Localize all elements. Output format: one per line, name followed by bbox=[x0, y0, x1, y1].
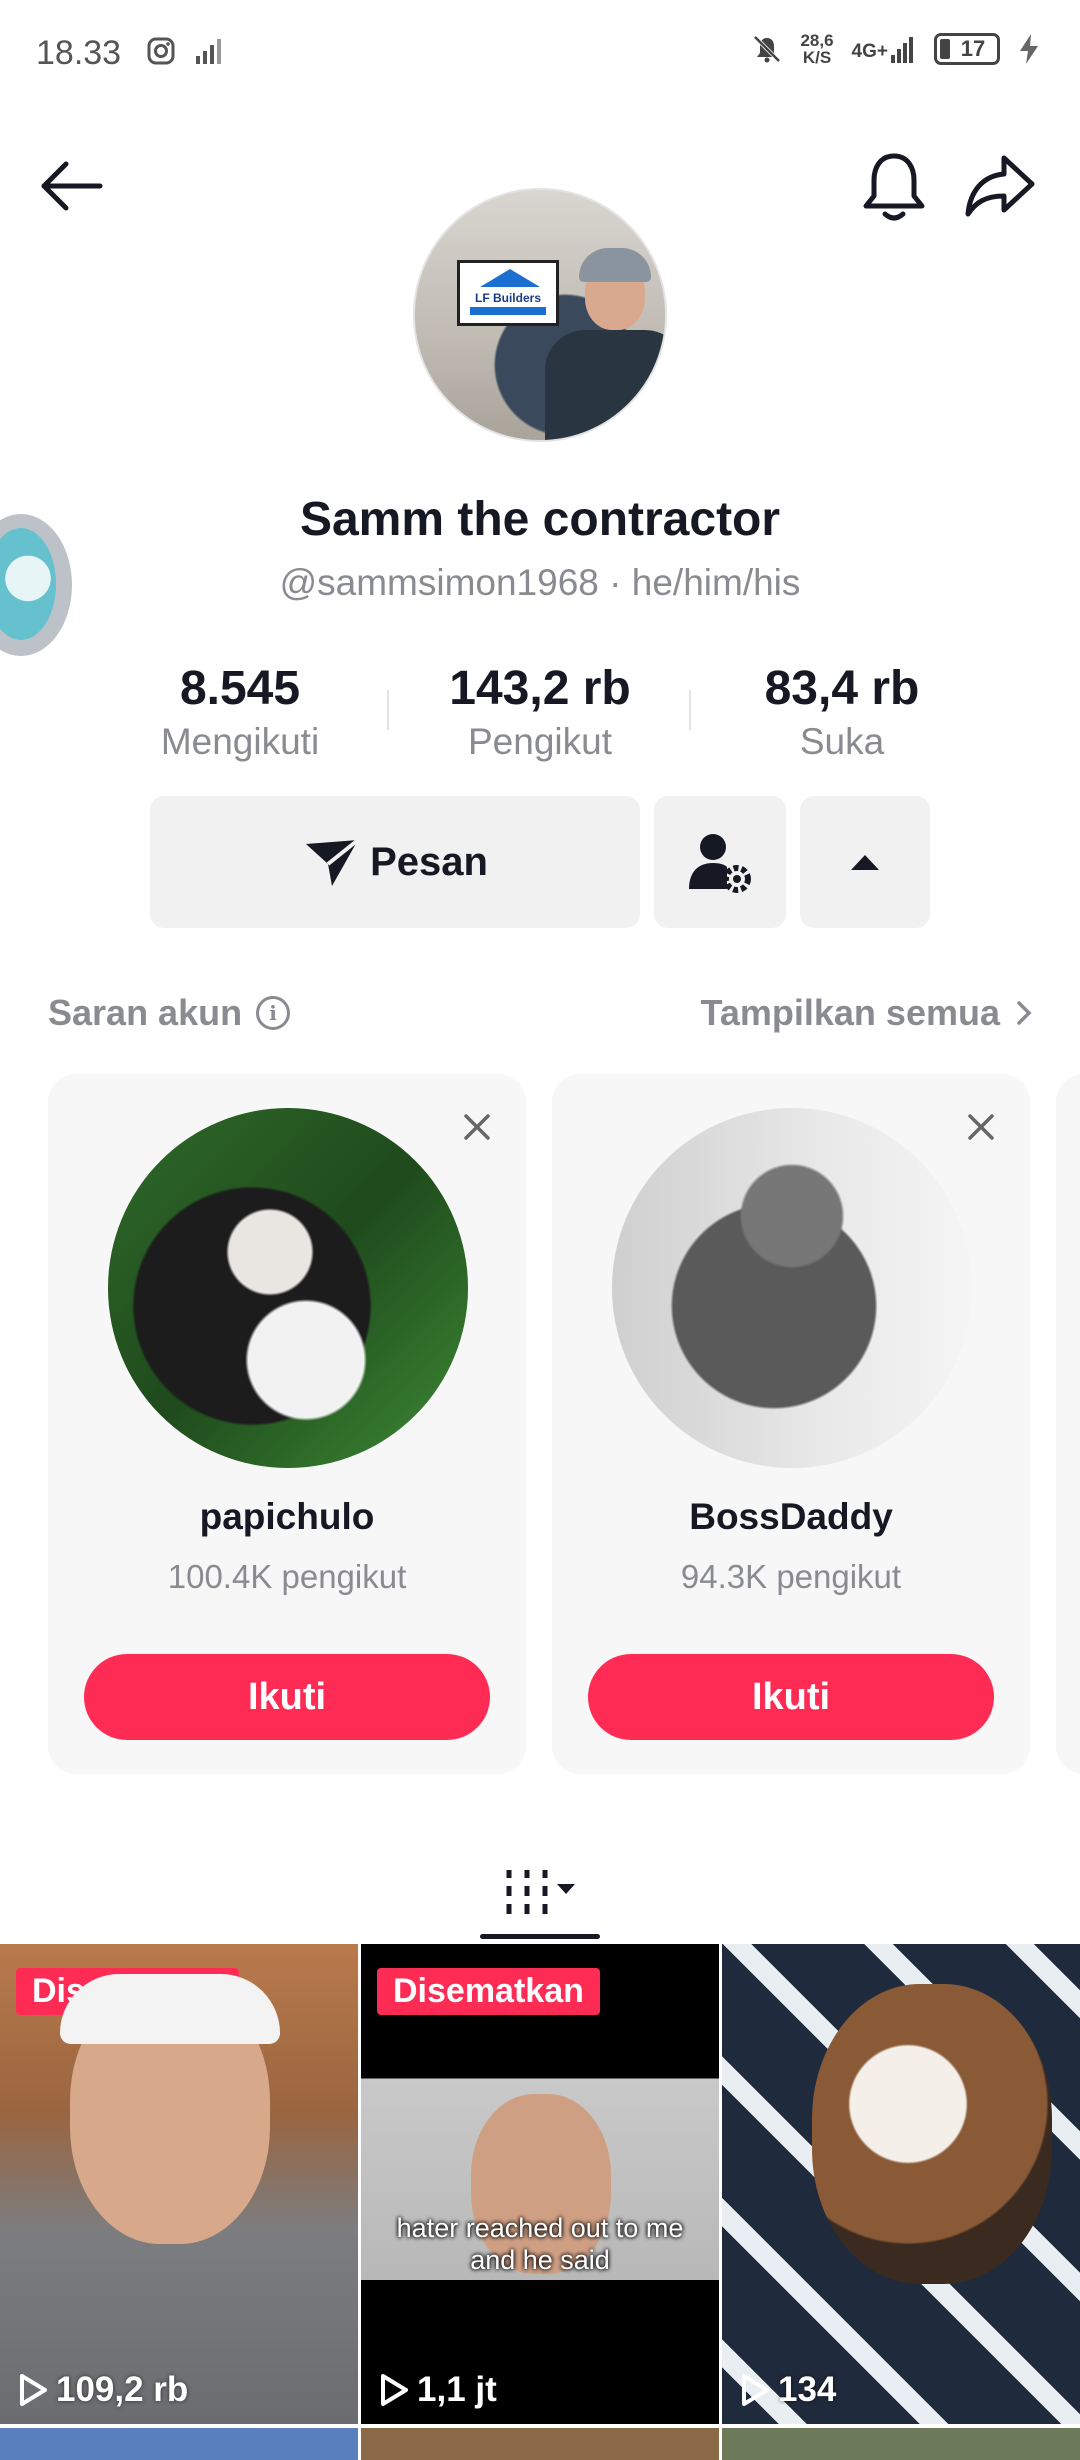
suggestion-avatar[interactable] bbox=[108, 1108, 468, 1468]
grid-view-icon bbox=[506, 1870, 575, 1914]
charging-icon bbox=[1020, 34, 1038, 64]
follow-button[interactable]: Ikuti bbox=[84, 1654, 490, 1740]
video-thumbnail[interactable] bbox=[361, 2428, 719, 2460]
video-thumbnail[interactable]: Disematkan 109,2 rb bbox=[0, 1944, 358, 2424]
user-gear-icon bbox=[689, 834, 751, 893]
share-button[interactable] bbox=[962, 150, 1038, 222]
stat-likes[interactable]: 83,4 rb Suka bbox=[692, 660, 992, 766]
avatar-sign: LF Builders bbox=[457, 260, 559, 326]
suggestions-toggle-button[interactable] bbox=[800, 796, 930, 928]
suggestion-card[interactable]: BossDaddy 94.3K pengikut Ikuti bbox=[552, 1074, 1030, 1774]
separator: · bbox=[609, 562, 622, 603]
videos-grid-tab[interactable] bbox=[480, 1844, 600, 1940]
view-count: 109,2 rb bbox=[18, 2370, 188, 2410]
info-icon[interactable]: i bbox=[256, 996, 291, 1030]
stat-divider bbox=[387, 690, 389, 730]
play-icon bbox=[381, 2374, 408, 2406]
play-icon bbox=[742, 2374, 769, 2406]
handle: @sammsimon1968 bbox=[279, 562, 599, 603]
suggestion-card-partial[interactable] bbox=[1056, 1074, 1080, 1774]
suggestions-header: Saran akun i Tampilkan semua bbox=[48, 988, 1032, 1038]
video-thumbnail[interactable]: 134 bbox=[722, 1944, 1080, 2424]
network-type: 4G+ bbox=[851, 41, 888, 62]
notification-bell-button[interactable] bbox=[858, 148, 930, 224]
instagram-icon bbox=[147, 37, 175, 65]
suggestion-followers: 94.3K pengikut bbox=[680, 1558, 902, 1595]
signal-activity-icon bbox=[196, 39, 221, 64]
tab-indicator bbox=[480, 1934, 600, 1939]
suggestion-username: papichulo bbox=[199, 1496, 375, 1537]
bell-muted-icon bbox=[754, 35, 781, 63]
show-all-link[interactable]: Tampilkan semua bbox=[701, 992, 1032, 1034]
battery-indicator: 17 bbox=[934, 33, 1000, 65]
bell-icon bbox=[863, 153, 925, 221]
send-icon bbox=[306, 838, 360, 886]
video-thumbnail[interactable]: Disematkan hater reached out to me and h… bbox=[361, 1944, 719, 2424]
play-icon bbox=[20, 2374, 47, 2406]
suggestion-avatar[interactable] bbox=[612, 1108, 972, 1468]
message-button[interactable]: Pesan bbox=[150, 796, 640, 928]
suggestion-followers: 100.4K pengikut bbox=[167, 1558, 407, 1595]
handle-line: @sammsimon1968 · he/him/his bbox=[0, 562, 1080, 604]
pronouns: he/him/his bbox=[631, 562, 801, 603]
chevron-right-icon bbox=[1017, 1001, 1032, 1025]
display-name: Samm the contractor bbox=[299, 493, 781, 546]
video-thumbnail[interactable] bbox=[0, 2428, 358, 2460]
status-time: 18.33 bbox=[36, 34, 122, 72]
share-arrow-icon bbox=[965, 155, 1035, 217]
close-icon[interactable] bbox=[458, 1108, 496, 1146]
stat-followers[interactable]: 143,2 rb Pengikut bbox=[390, 660, 690, 766]
stat-following[interactable]: 8.545 Mengikuti bbox=[90, 660, 390, 766]
suggestion-username: BossDaddy bbox=[689, 1496, 893, 1537]
user-settings-button[interactable] bbox=[654, 796, 786, 928]
view-count: 134 bbox=[740, 2370, 836, 2410]
stat-divider bbox=[689, 690, 691, 730]
suggestions-title: Saran akun bbox=[48, 992, 243, 1033]
pinned-badge: Disematkan bbox=[16, 1968, 239, 2015]
profile-avatar: LF Builders bbox=[413, 188, 667, 442]
view-count: 1,1 jt bbox=[379, 2370, 497, 2410]
arrow-left-icon bbox=[41, 161, 103, 211]
status-bar: 18.33 28,6 K/S 4G+ 17 bbox=[0, 0, 1080, 110]
follow-button[interactable]: Ikuti bbox=[588, 1654, 994, 1740]
video-grid: Disematkan 109,2 rb Disematkan hater rea… bbox=[0, 1944, 1080, 2460]
caret-up-icon bbox=[851, 855, 879, 870]
video-thumbnail[interactable] bbox=[722, 2428, 1080, 2460]
close-icon[interactable] bbox=[962, 1108, 1000, 1146]
profile-stats: 8.545 Mengikuti 143,2 rb Pengikut 83,4 r… bbox=[0, 660, 1080, 770]
suggestion-card[interactable]: papichulo 100.4K pengikut Ikuti bbox=[48, 1074, 526, 1774]
pinned-badge: Disematkan bbox=[377, 1968, 600, 2015]
back-button[interactable] bbox=[36, 150, 108, 222]
net-speed: 28,6 K/S bbox=[800, 31, 834, 67]
video-caption: hater reached out to me and he said bbox=[396, 2213, 684, 2275]
cell-signal-icon bbox=[891, 37, 913, 63]
